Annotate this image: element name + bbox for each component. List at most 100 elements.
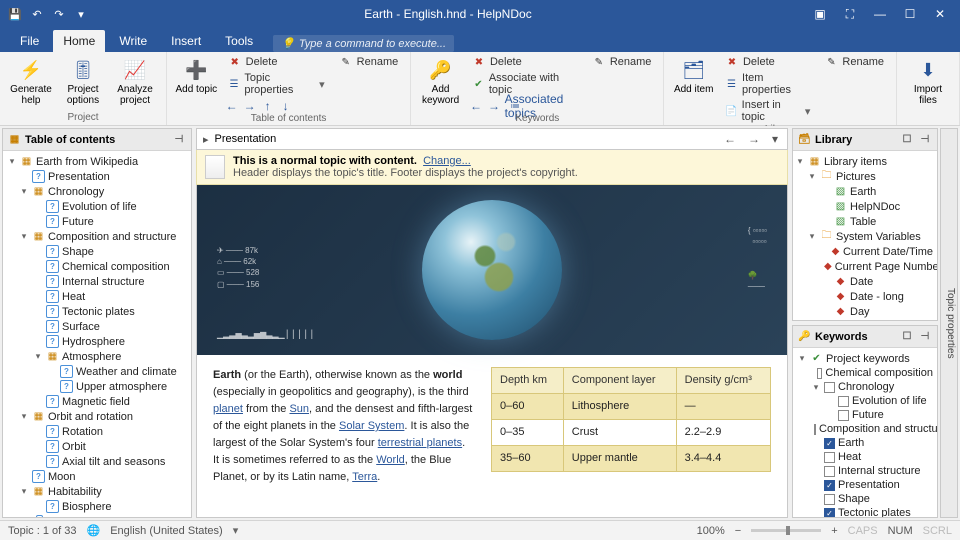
tree-item[interactable]: ?Heat [5, 289, 189, 304]
tree-item[interactable]: Heat [795, 450, 935, 464]
maximize-button[interactable]: ☐ [896, 0, 924, 28]
breadcrumb-item[interactable]: Presentation [215, 133, 277, 145]
nav-fwd-icon[interactable]: → [745, 132, 763, 146]
lang-icon[interactable]: 🌐 [87, 524, 101, 537]
tree-item[interactable]: Chemical composition [795, 366, 935, 380]
tree-item[interactable]: ◆Day [795, 304, 935, 319]
tree-item[interactable]: ▾▦Habitability [5, 484, 189, 499]
tree-item[interactable]: ?Natural resources and land use [5, 514, 189, 517]
tree-item[interactable]: ?Rotation [5, 424, 189, 439]
tree-item[interactable]: ▧Earth [795, 184, 935, 199]
keywords-tree[interactable]: ▾✔Project keywordsChemical composition▾C… [793, 348, 937, 517]
link-planet[interactable]: planet [213, 403, 243, 415]
nav-back-icon[interactable]: ← [721, 132, 739, 146]
tree-item[interactable]: ?Biosphere [5, 499, 189, 514]
lib-pin-icon[interactable]: ⊣ [918, 134, 932, 145]
fullscreen-icon[interactable]: ⛶ [836, 0, 864, 28]
save-icon[interactable]: 💾 [6, 5, 24, 23]
toc-rename-button[interactable]: ✎Rename [335, 54, 403, 70]
tree-item[interactable]: ?Chemical composition [5, 259, 189, 274]
lib-max-icon[interactable]: ☐ [900, 134, 914, 145]
link-solar-system[interactable]: Solar System [339, 420, 404, 432]
toc-delete-button[interactable]: ✖Delete [224, 54, 329, 70]
tree-item[interactable]: ?Internal structure [5, 274, 189, 289]
help-icon[interactable]: ▣ [806, 0, 834, 28]
change-link[interactable]: Change... [423, 155, 471, 167]
tree-item[interactable]: ?Surface [5, 319, 189, 334]
tree-item[interactable]: ?Presentation [5, 169, 189, 184]
analyze-project-button[interactable]: 📈Analyze project [112, 54, 158, 106]
add-topic-button[interactable]: ➕Add topic [175, 54, 218, 95]
kw-left-icon[interactable]: ← [468, 99, 484, 113]
close-button[interactable]: ✕ [926, 0, 954, 28]
project-options-button[interactable]: 🎚Project options [60, 54, 106, 106]
tree-item[interactable]: ✓Tectonic plates [795, 506, 935, 517]
move-up-icon[interactable]: ↑ [260, 99, 276, 113]
redo-icon[interactable]: ↷ [50, 5, 68, 23]
zoom-in-icon[interactable]: + [831, 525, 837, 537]
tree-item[interactable]: ◆Date - long [795, 289, 935, 304]
tree-item[interactable]: ?Shape [5, 244, 189, 259]
tree-item[interactable]: ◆Current Date/Time [795, 244, 935, 259]
tree-item[interactable]: ◆Current Page Number [795, 259, 935, 274]
library-tree[interactable]: ▾▦Library items▾🗀Pictures▧Earth▧HelpNDoc… [793, 151, 937, 320]
tree-item[interactable]: ✓Earth [795, 436, 935, 450]
move-down-icon[interactable]: ↓ [278, 99, 294, 113]
tree-item[interactable]: ?Moon [5, 469, 189, 484]
tree-item[interactable]: ◆Date [795, 274, 935, 289]
tree-item[interactable]: ▾🗀System Variables [795, 229, 935, 244]
move-right-icon[interactable]: → [242, 99, 258, 113]
qat-more-icon[interactable]: ▾ [72, 5, 90, 23]
tree-item[interactable]: Shape [795, 492, 935, 506]
kw-assoc-topics-button[interactable]: ≔Associated topics [504, 99, 546, 113]
tree-item[interactable]: Composition and structure [795, 422, 935, 436]
minimize-button[interactable]: — [866, 0, 894, 28]
import-files-button[interactable]: ⬇Import files [905, 54, 951, 106]
kw-rename-button[interactable]: ✎Rename [588, 54, 656, 70]
tree-item[interactable]: Evolution of life [795, 394, 935, 408]
zoom-value[interactable]: 100% [697, 525, 725, 537]
undo-icon[interactable]: ↶ [28, 5, 46, 23]
tree-item[interactable]: ▾Chronology [795, 380, 935, 394]
tab-insert[interactable]: Insert [161, 30, 211, 52]
tree-item[interactable]: ▧Table [795, 214, 935, 229]
lib-insert-button[interactable]: 📄Insert in topic▾ [721, 98, 814, 124]
nav-more-icon[interactable]: ▾ [769, 132, 781, 146]
tab-file[interactable]: File [10, 30, 49, 52]
move-left-icon[interactable]: ← [224, 99, 240, 113]
tree-item[interactable]: ▾🗀Pictures [795, 169, 935, 184]
tab-write[interactable]: Write [109, 30, 157, 52]
toc-tree[interactable]: ▾▦Earth from Wikipedia?Presentation▾▦Chr… [3, 151, 191, 517]
add-item-button[interactable]: 🗂Add item [672, 54, 715, 95]
lib-rename-button[interactable]: ✎Rename [820, 54, 888, 70]
generate-help-button[interactable]: ⚡Generate help [8, 54, 54, 106]
tree-item[interactable]: ▾▦Composition and structure [5, 229, 189, 244]
lib-props-button[interactable]: ☰Item properties [721, 71, 814, 97]
tree-item[interactable]: ?Magnetic field [5, 394, 189, 409]
zoom-out-icon[interactable]: − [735, 525, 741, 537]
tree-item[interactable]: ▾▦Atmosphere [5, 349, 189, 364]
kw-max-icon[interactable]: ☐ [900, 331, 914, 342]
kw-pin-icon[interactable]: ⊣ [918, 331, 932, 342]
link-terrestrial[interactable]: terrestrial planets [378, 437, 462, 449]
tree-item[interactable]: ?Axial tilt and seasons [5, 454, 189, 469]
tree-item[interactable]: ▾✔Project keywords [795, 351, 935, 366]
tree-item[interactable]: ◆Day - long [795, 319, 935, 320]
tree-item[interactable]: Future [795, 408, 935, 422]
link-world[interactable]: World [376, 454, 405, 466]
tab-home[interactable]: Home [53, 30, 105, 52]
link-sun[interactable]: Sun [289, 403, 309, 415]
tree-item[interactable]: ▾▦Chronology [5, 184, 189, 199]
tree-item[interactable]: ▾▦Earth from Wikipedia [5, 154, 189, 169]
tab-tools[interactable]: Tools [215, 30, 263, 52]
zoom-slider[interactable] [751, 529, 821, 532]
tree-item[interactable]: ?Hydrosphere [5, 334, 189, 349]
kw-delete-button[interactable]: ✖Delete [468, 54, 582, 70]
tree-item[interactable]: ▾▦Library items [795, 154, 935, 169]
tree-item[interactable]: ?Future [5, 214, 189, 229]
chevron-right-icon[interactable]: ▸ [203, 133, 209, 146]
kw-right-icon[interactable]: → [486, 99, 502, 113]
add-keyword-button[interactable]: 🔑Add keyword [419, 54, 462, 106]
toc-props-button[interactable]: ☰Topic properties▾ [224, 71, 329, 97]
command-search[interactable]: 💡 Type a command to execute... [273, 35, 454, 52]
